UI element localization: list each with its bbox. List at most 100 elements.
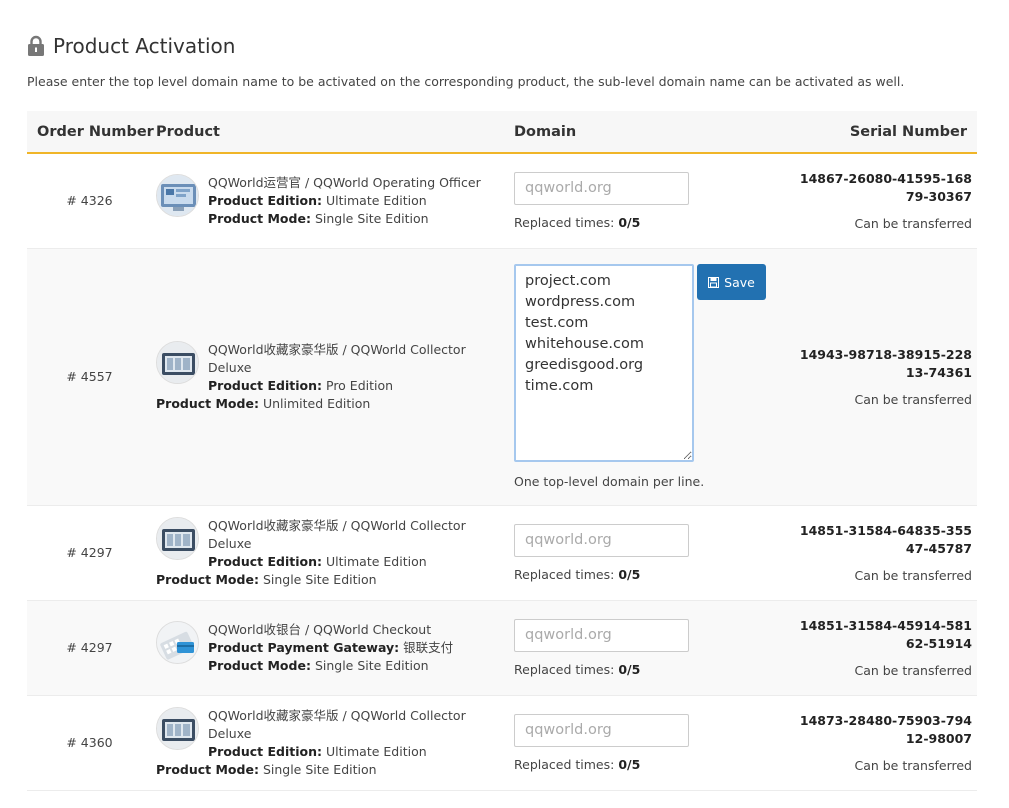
domain-cell: Replaced times: 0/5 [504, 505, 779, 601]
product-edition-value: Ultimate Edition [326, 553, 427, 569]
save-button[interactable]: Save [697, 264, 766, 300]
serial-cell: 14867-26080-41595-16879-30367 Can be tra… [779, 153, 977, 249]
product-name: QQWorld收藏家豪华版 / QQWorld Collector [208, 707, 504, 725]
product-mode-value: Single Site Edition [262, 571, 377, 587]
product-edition: Product Edition: Ultimate Edition [208, 553, 504, 571]
product-edition-label: Product Edition: [208, 743, 323, 759]
domain-cell: project.com wordpress.com test.com white… [504, 248, 779, 506]
collector-thumbnail [156, 340, 199, 384]
page-title-text: Product Activation [53, 34, 236, 58]
lock-icon [28, 35, 44, 56]
domain-cell: Replaced times: 0/5 [504, 153, 779, 249]
product-edition-label: Product Edition: [208, 192, 323, 208]
product-edition: Product Edition: Ultimate Edition [208, 743, 504, 761]
activation-table: Order Number Product Domain Serial Numbe… [27, 111, 977, 791]
replaced-times-value: 0/5 [618, 661, 641, 677]
replaced-times-label: Replaced times: [514, 566, 615, 582]
domain-input[interactable] [514, 171, 689, 205]
table-row: # 4326 QQWorld运营官 / QQWorld Operating Of… [27, 153, 977, 249]
product-name-line1: QQWorld收藏家豪华版 / QQWorld Collector [208, 517, 466, 533]
replaced-times-label: Replaced times: [514, 756, 615, 772]
product-cell: QQWorld收银台 / QQWorld Checkout Product Pa… [152, 600, 504, 696]
product-gateway-label: Product Payment Gateway: [208, 639, 400, 655]
serial-cell: 14851-31584-45914-58162-51914 Can be tra… [779, 600, 977, 696]
product-mode: Product Mode: Single Site Edition [208, 657, 504, 675]
replaced-times-value: 0/5 [618, 756, 641, 772]
header-serial-number: Serial Number [779, 111, 977, 154]
product-name: QQWorld收银台 / QQWorld Checkout [208, 621, 432, 637]
serial-number: 14851-31584-45914-58162-51914 [799, 618, 972, 651]
order-number: # 4297 [27, 600, 152, 696]
replaced-times: Replaced times: 0/5 [514, 662, 779, 677]
product-mode: Product Mode: Unlimited Edition [156, 395, 504, 413]
domain-input[interactable] [514, 523, 689, 557]
product-name: QQWorld收藏家豪华版 / QQWorld Collector [208, 517, 504, 535]
product-name: QQWorld运营官 / QQWorld Operating Officer [208, 174, 481, 190]
product-mode: Product Mode: Single Site Edition [156, 761, 504, 779]
product-mode-value: Single Site Edition [314, 210, 429, 226]
serial-number: 14867-26080-41595-16879-30367 [799, 171, 972, 205]
table-header-row: Order Number Product Domain Serial Numbe… [27, 111, 977, 154]
product-mode-value: Single Site Edition [262, 761, 377, 777]
serial-number: 14943-98718-38915-22813-74361 [799, 347, 972, 380]
page-title: Product Activation [27, 34, 235, 58]
replaced-times: Replaced times: 0/5 [514, 215, 779, 230]
product-gateway-value: 银联支付 [403, 639, 454, 655]
transfer-status: Can be transferred [854, 392, 972, 407]
transfer-status: Can be transferred [854, 216, 972, 232]
product-edition-label: Product Edition: [208, 377, 323, 393]
serial-cell: 14943-98718-38915-22813-74361 Can be tra… [779, 248, 977, 506]
domain-input[interactable] [514, 618, 689, 652]
product-name-line1: QQWorld收藏家豪华版 / QQWorld Collector [208, 707, 466, 723]
product-edition: Product Edition: Ultimate Edition [208, 192, 504, 210]
product-cell: QQWorld运营官 / QQWorld Operating Officer P… [152, 153, 504, 249]
replaced-times-value: 0/5 [618, 566, 641, 582]
table-row: # 4297 QQWorld收藏家豪华版 / QQWorld Collector… [27, 505, 977, 601]
order-number: # 4326 [27, 153, 152, 249]
product-mode-label: Product Mode: [156, 395, 259, 411]
product-name: QQWorld收藏家豪华版 / QQWorld Collector [208, 341, 504, 359]
replaced-times: Replaced times: 0/5 [514, 567, 779, 582]
product-mode-value: Single Site Edition [314, 657, 429, 673]
serial-number: 14851-31584-64835-35547-45787 [799, 523, 972, 556]
officer-thumbnail [156, 173, 199, 217]
domain-cell: Replaced times: 0/5 [504, 600, 779, 696]
intro-text: Please enter the top level domain name t… [27, 74, 905, 89]
product-name-line1: QQWorld收藏家豪华版 / QQWorld Collector [208, 341, 466, 357]
table-row: # 4360 QQWorld收藏家豪华版 / QQWorld Collector… [27, 695, 977, 791]
product-cell: QQWorld收藏家豪华版 / QQWorld Collector Deluxe… [152, 695, 504, 791]
table-row: # 4557 QQWorld收藏家豪华版 / QQWorld Collector… [27, 248, 977, 506]
header-order-number: Order Number [27, 111, 154, 154]
product-mode-label: Product Mode: [208, 657, 311, 673]
product-gateway: Product Payment Gateway: 银联支付 [208, 639, 504, 657]
product-edition-value: Ultimate Edition [326, 743, 427, 759]
domain-cell: Replaced times: 0/5 [504, 695, 779, 791]
domains-textarea[interactable]: project.com wordpress.com test.com white… [514, 264, 694, 462]
serial-number: 14873-28480-75903-79412-98007 [799, 713, 972, 746]
product-edition: Product Edition: Pro Edition [208, 377, 504, 395]
product-edition-value: Ultimate Edition [326, 192, 427, 208]
collector-thumbnail [156, 516, 199, 560]
serial-cell: 14851-31584-64835-35547-45787 Can be tra… [779, 505, 977, 601]
header-product: Product [152, 111, 504, 154]
product-mode: Product Mode: Single Site Edition [156, 571, 504, 589]
domain-input[interactable] [514, 713, 689, 747]
replaced-times-value: 0/5 [618, 214, 641, 230]
checkout-thumbnail [156, 620, 199, 664]
product-cell: QQWorld收藏家豪华版 / QQWorld Collector Deluxe… [152, 505, 504, 601]
product-cell: QQWorld收藏家豪华版 / QQWorld Collector Deluxe… [152, 248, 504, 506]
order-number: # 4557 [27, 248, 152, 506]
table-row: # 4297 QQWorld收银台 / QQWorld Checkout Pro… [27, 600, 977, 696]
product-mode-label: Product Mode: [156, 571, 259, 587]
product-name-cont: Deluxe [208, 359, 252, 375]
product-name-cont: Deluxe [208, 535, 252, 551]
replaced-times-label: Replaced times: [514, 214, 615, 230]
transfer-status: Can be transferred [854, 758, 972, 773]
product-mode-label: Product Mode: [208, 210, 311, 226]
product-name-cont: Deluxe [208, 725, 252, 741]
product-mode-value: Unlimited Edition [262, 395, 371, 411]
order-number: # 4360 [27, 695, 152, 791]
collector-thumbnail [156, 706, 199, 750]
product-mode: Product Mode: Single Site Edition [208, 210, 504, 228]
header-domain: Domain [504, 111, 779, 154]
